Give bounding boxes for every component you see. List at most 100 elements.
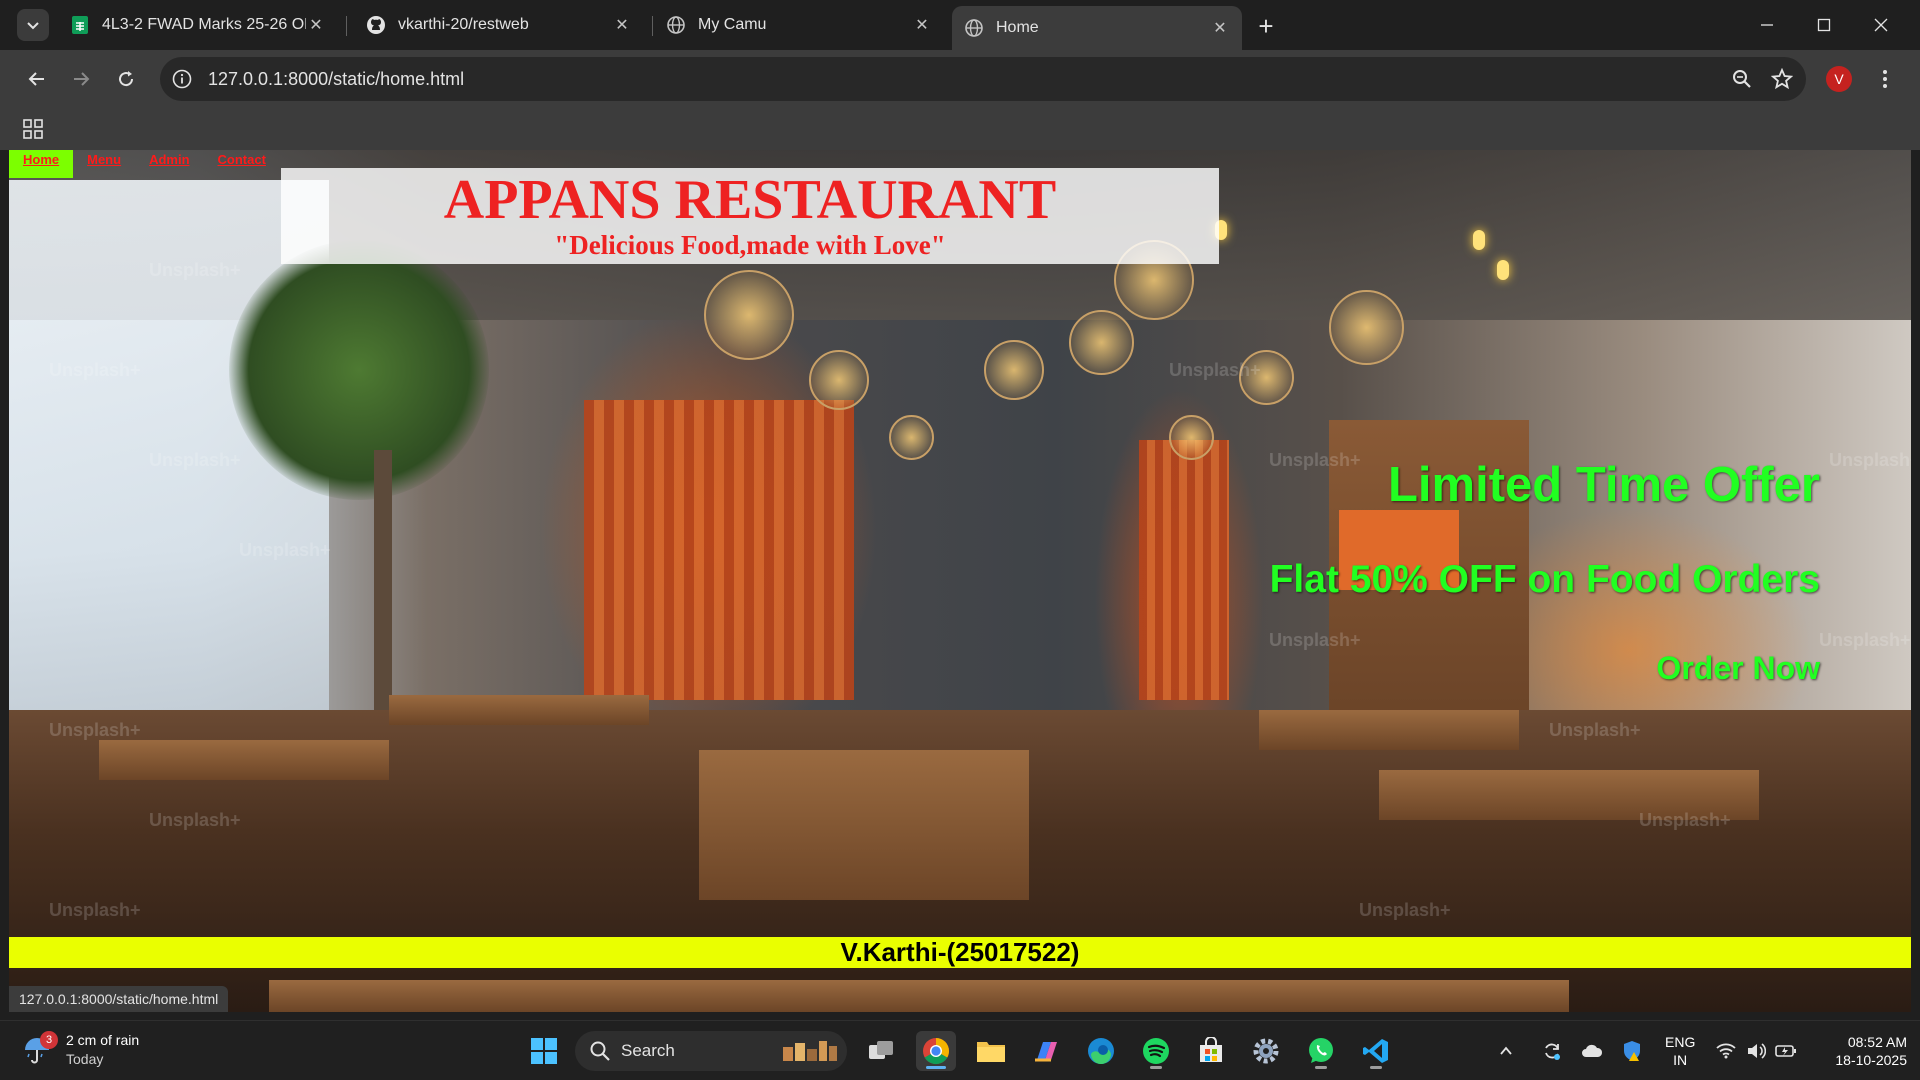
restaurant-title: APPANS RESTAURANT	[443, 169, 1057, 231]
order-now-cta[interactable]: Order Now	[1656, 650, 1820, 687]
close-icon	[1874, 18, 1888, 32]
globe-icon	[964, 18, 984, 38]
security-shield-icon[interactable]	[1618, 1031, 1646, 1071]
vscode-icon[interactable]	[1356, 1031, 1396, 1071]
close-icon[interactable]: ✕	[306, 15, 326, 35]
zoom-icon[interactable]	[1726, 63, 1758, 95]
language-code: ENG	[1665, 1034, 1696, 1050]
watermark-text: Unsplash+	[149, 450, 241, 470]
language-indicator[interactable]: ENG IN	[1665, 1033, 1695, 1069]
chevron-up-icon[interactable]	[1492, 1031, 1520, 1071]
watermark-text: Unsplash+	[239, 540, 331, 560]
pendant-lamp	[984, 340, 1044, 400]
whatsapp-icon[interactable]	[1301, 1031, 1341, 1071]
running-indicator	[1370, 1066, 1382, 1069]
nav-link-home[interactable]: Home	[9, 150, 74, 178]
language-region: IN	[1673, 1052, 1688, 1068]
weather-text: 2 cm of rain	[66, 1032, 140, 1048]
nav-link-contact[interactable]: Contact	[204, 150, 280, 178]
pendant-lamp	[704, 270, 794, 360]
background-table	[699, 750, 1029, 900]
watermark-text: Unsplash+	[1819, 630, 1911, 650]
tab-my-camu[interactable]: My Camu ✕	[654, 8, 944, 42]
forward-button[interactable]	[66, 64, 96, 94]
maximize-button[interactable]	[1801, 8, 1847, 42]
new-tab-button[interactable]: +	[1252, 10, 1280, 41]
tab-search-button[interactable]	[17, 9, 49, 41]
watermark-text: Unsplash+	[149, 260, 241, 280]
back-button[interactable]	[22, 64, 52, 94]
watermark-text: Unsplash+	[149, 810, 241, 830]
task-view-icon[interactable]	[861, 1031, 901, 1071]
restaurant-tagline: "Delicious Food,made with Love"	[554, 230, 946, 260]
background-curtain	[1139, 440, 1229, 700]
active-indicator	[926, 1066, 946, 1069]
profile-avatar[interactable]: V	[1826, 66, 1852, 92]
wifi-icon[interactable]	[1712, 1031, 1740, 1071]
pendant-lamp	[809, 350, 869, 410]
plus-icon: +	[1258, 10, 1274, 41]
spotify-icon[interactable]	[1136, 1031, 1176, 1071]
windows-start-icon[interactable]	[524, 1031, 564, 1071]
taskbar-search[interactable]: Search	[575, 1031, 847, 1071]
tab-separator	[652, 16, 653, 36]
battery-icon[interactable]	[1772, 1031, 1800, 1071]
close-window-button[interactable]	[1858, 8, 1904, 42]
site-header: APPANS RESTAURANT "Delicious Food,made w…	[281, 168, 1219, 264]
watermark-text: Unsplash+	[1549, 720, 1641, 740]
volume-icon[interactable]	[1742, 1031, 1770, 1071]
tab-sheets[interactable]: 4L3-2 FWAD Marks 25-26 ODD ✕	[58, 8, 338, 42]
chrome-icon[interactable]	[916, 1031, 956, 1071]
running-indicator	[1315, 1066, 1327, 1069]
clock-date: 18-10-2025	[1835, 1052, 1907, 1068]
browser-toolbar: 127.0.0.1:8000/static/home.html V	[0, 50, 1920, 108]
settings-icon[interactable]	[1246, 1031, 1286, 1071]
search-placeholder: Search	[621, 1041, 675, 1060]
link-status-bubble: 127.0.0.1:8000/static/home.html	[9, 986, 229, 1012]
close-icon[interactable]: ✕	[612, 15, 632, 35]
close-icon[interactable]: ✕	[912, 15, 932, 35]
pendant-lamp	[1169, 415, 1214, 460]
reload-icon	[119, 71, 134, 87]
background-table	[269, 980, 1569, 1012]
watermark-text: Unsplash+	[1359, 900, 1451, 920]
address-bar[interactable]: 127.0.0.1:8000/static/home.html	[160, 57, 1806, 101]
apps-grid-icon[interactable]	[22, 118, 44, 140]
watermark-text: Unsplash+	[1269, 630, 1361, 650]
minimize-button[interactable]	[1744, 8, 1790, 42]
tab-title: 4L3-2 FWAD Marks 25-26 ODD	[102, 16, 306, 33]
close-icon[interactable]: ✕	[1210, 18, 1230, 38]
tab-title: My Camu	[698, 16, 767, 33]
search-highlight-icon	[783, 1041, 837, 1061]
nav-link-menu[interactable]: Menu	[73, 150, 135, 178]
chevron-down-icon	[27, 22, 39, 30]
edge-icon[interactable]	[1081, 1031, 1121, 1071]
rain-umbrella-icon: 3	[22, 1031, 58, 1065]
site-info-icon[interactable]	[170, 67, 194, 91]
weather-widget[interactable]: 3 2 cm of rain Today	[22, 1031, 139, 1069]
microsoft-store-icon[interactable]	[1191, 1031, 1231, 1071]
page-viewport: Unsplash+ Unsplash+ Unsplash+ Unsplash+ …	[9, 150, 1911, 1012]
nav-link-admin[interactable]: Admin	[135, 150, 203, 178]
browser-menu-button[interactable]	[1870, 64, 1900, 94]
tab-home[interactable]: Home ✕	[952, 6, 1242, 50]
github-icon	[366, 15, 386, 35]
tab-github[interactable]: vkarthi-20/restweb ✕	[354, 8, 644, 42]
file-explorer-icon[interactable]	[971, 1031, 1011, 1071]
arrow-right-icon	[74, 72, 90, 86]
bookmark-star-icon[interactable]	[1766, 63, 1798, 95]
background-curtain	[584, 400, 854, 700]
tab-title: vkarthi-20/restweb	[398, 16, 529, 33]
copilot-icon[interactable]	[1026, 1031, 1066, 1071]
offer-detail: Flat 50% OFF on Food Orders	[1269, 558, 1820, 601]
site-nav: Home Menu Admin Contact	[9, 150, 280, 178]
system-clock[interactable]: 08:52 AM 18-10-2025	[1815, 1033, 1907, 1069]
sync-icon[interactable]	[1538, 1031, 1566, 1071]
onedrive-icon[interactable]	[1578, 1031, 1606, 1071]
tab-title: Home	[996, 19, 1039, 36]
watermark-text: Unsplash+	[49, 900, 141, 920]
background-table	[389, 695, 649, 725]
reload-button[interactable]	[111, 64, 141, 94]
browser-tab-strip: 4L3-2 FWAD Marks 25-26 ODD ✕ vkarthi-20/…	[0, 0, 1920, 50]
url-text[interactable]: 127.0.0.1:8000/static/home.html	[208, 69, 1726, 90]
